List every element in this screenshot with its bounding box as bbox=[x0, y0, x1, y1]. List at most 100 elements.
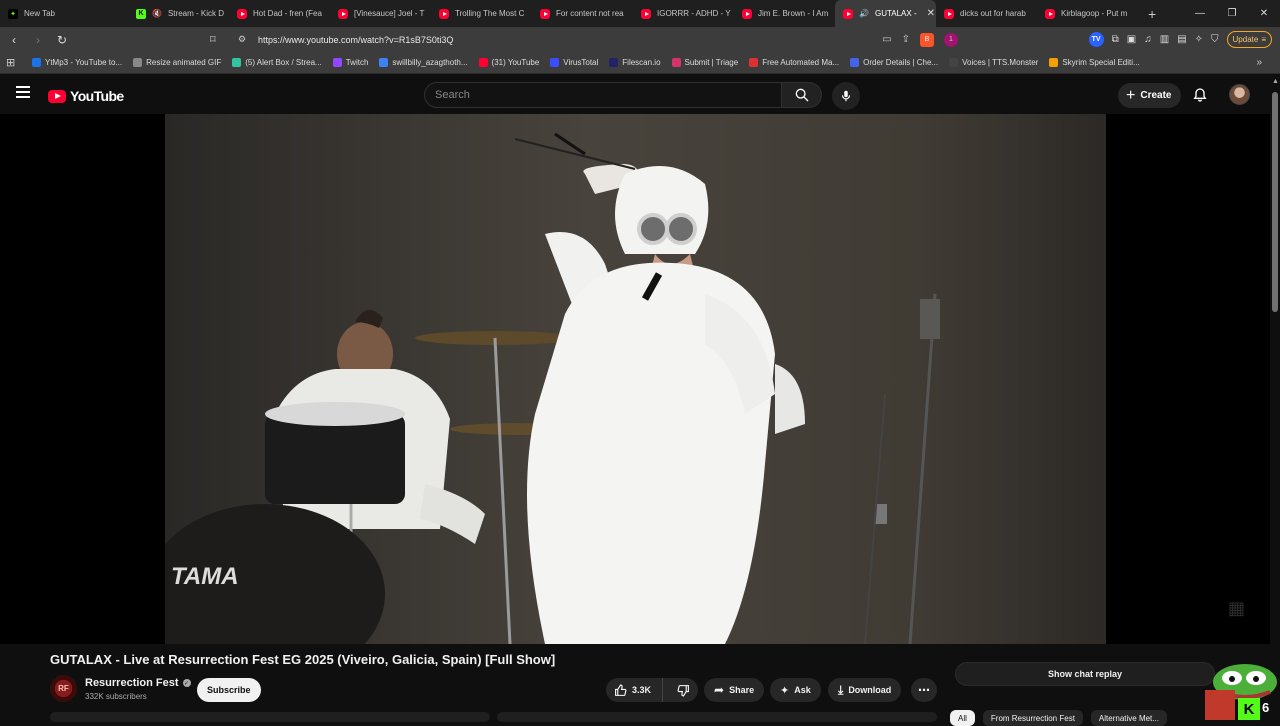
tab-label: Jim E. Brown - I Am bbox=[758, 9, 829, 18]
channel-avatar[interactable]: RF bbox=[50, 675, 77, 702]
voice-search-button[interactable] bbox=[832, 82, 860, 110]
url-text[interactable]: https://www.youtube.com/watch?v=R1sB7S0t… bbox=[258, 35, 882, 45]
tab-label: [Vinesauce] Joel - T bbox=[354, 9, 425, 18]
apps-grid-icon[interactable]: ⊞ bbox=[6, 56, 32, 69]
video-player[interactable]: TAMA bbox=[165, 114, 1106, 644]
back-icon[interactable]: ‹ bbox=[4, 33, 24, 47]
bookmark-item[interactable]: Skyrim Special Editi... bbox=[1049, 58, 1140, 67]
tab-new-tab[interactable]: ✦ New Tab bbox=[0, 0, 128, 27]
brave-rewards-icon[interactable]: 1 bbox=[944, 32, 958, 47]
chip-from-channel[interactable]: From Resurrection Fest bbox=[982, 710, 1083, 726]
tab-label: For content not rea bbox=[556, 9, 624, 18]
tab-vinesauce[interactable]: [Vinesauce] Joel - T bbox=[330, 0, 431, 27]
bookmark-item[interactable]: Voices | TTS.Monster bbox=[949, 58, 1038, 67]
site-info-icon[interactable]: ⚙ bbox=[232, 34, 252, 45]
bookmark-favicon-icon bbox=[133, 58, 143, 67]
tab-label: Stream - Kick D bbox=[167, 9, 224, 18]
subscribe-button[interactable]: Subscribe bbox=[197, 678, 261, 702]
bookmark-favicon-icon bbox=[332, 58, 342, 67]
minimize-icon[interactable]: — bbox=[1184, 8, 1216, 19]
bookmark-label: Voices | TTS.Monster bbox=[962, 58, 1039, 67]
bookmark-favicon-icon bbox=[32, 58, 41, 67]
tab-gutalax-active[interactable]: 🔊 GUTALAX - ✕ bbox=[835, 0, 936, 27]
bookmark-label: Order Details | Che... bbox=[863, 58, 939, 67]
search-box bbox=[424, 82, 782, 108]
subscriber-count: 332K subscribers bbox=[85, 692, 147, 701]
show-chat-replay-button[interactable]: Show chat replay bbox=[955, 662, 1215, 686]
sidebar-icon[interactable]: ▥ bbox=[1160, 34, 1169, 45]
muted-speaker-icon[interactable]: 🔇 bbox=[152, 9, 162, 18]
cast-icon[interactable]: ▭ bbox=[882, 34, 891, 45]
comments-box-edge bbox=[497, 712, 937, 722]
maximize-icon[interactable]: ❐ bbox=[1216, 8, 1248, 19]
channel-name-link[interactable]: Resurrection Fest ✓ bbox=[85, 677, 191, 689]
share-button[interactable]: ➦ Share bbox=[704, 678, 765, 702]
music-icon[interactable]: ♫ bbox=[1144, 34, 1152, 45]
hamburger-menu-icon[interactable] bbox=[16, 86, 30, 98]
tab-kick-stream[interactable]: K 🔇 Stream - Kick D bbox=[128, 0, 229, 27]
bookmark-favicon-icon bbox=[478, 58, 488, 67]
close-icon[interactable]: ✕ bbox=[927, 8, 935, 19]
screenshot-icon[interactable]: ▣ bbox=[1127, 34, 1136, 45]
search-input[interactable] bbox=[435, 89, 781, 101]
create-button[interactable]: + Create bbox=[1118, 83, 1182, 108]
tab-content-not[interactable]: For content not rea bbox=[532, 0, 633, 27]
channel-watermark-icon[interactable]: ▦ bbox=[1228, 598, 1254, 624]
tv-extension-icon[interactable]: TV bbox=[1088, 32, 1104, 47]
reload-icon[interactable]: ↻ bbox=[52, 33, 72, 47]
extensions-area: TV ⧉ ▣ ♫ ▥ ▤ ✧ ⛉ Update ≡ bbox=[1088, 31, 1272, 48]
bookmark-item[interactable]: swillbilly_azagthoth... bbox=[379, 58, 468, 67]
bookmark-label: (5) Alert Box / Strea... bbox=[245, 58, 322, 67]
bookmark-item[interactable]: YtMp3 - YouTube to... bbox=[32, 58, 122, 67]
bookmark-item[interactable]: Submit | Triage bbox=[671, 58, 738, 67]
chip-alternative-metal[interactable]: Alternative Met... bbox=[1090, 710, 1167, 726]
chip-all[interactable]: All bbox=[950, 710, 975, 726]
scrollbar-thumb[interactable] bbox=[1272, 92, 1278, 312]
notifications-bell-icon[interactable] bbox=[1192, 87, 1208, 108]
forward-icon[interactable]: › bbox=[28, 33, 48, 47]
share-page-icon[interactable]: ⇪ bbox=[902, 34, 910, 45]
bookmark-item[interactable]: Order Details | Che... bbox=[850, 58, 938, 67]
tab-trolling[interactable]: Trolling The Most C bbox=[431, 0, 532, 27]
speaker-icon[interactable]: 🔊 bbox=[859, 9, 869, 18]
bookmark-item[interactable]: VirusTotal bbox=[550, 58, 598, 67]
dislike-button[interactable] bbox=[668, 678, 698, 702]
update-button[interactable]: Update ≡ bbox=[1226, 31, 1272, 48]
page-scrollbar[interactable]: ▲ bbox=[1270, 74, 1280, 720]
leo-ai-icon[interactable]: ✧ bbox=[1195, 34, 1203, 45]
rewards-count: 1 bbox=[949, 36, 953, 43]
bookmark-icon[interactable]: ⌑ bbox=[210, 33, 232, 46]
tab-jim-brown[interactable]: Jim E. Brown - I Am bbox=[734, 0, 835, 27]
download-button[interactable]: ⤓ Download bbox=[828, 678, 902, 702]
youtube-logo[interactable]: YouTube bbox=[48, 88, 124, 104]
bookmark-label: Resize animated GIF bbox=[146, 58, 222, 67]
scroll-up-icon[interactable]: ▲ bbox=[1272, 78, 1279, 85]
account-avatar[interactable] bbox=[1229, 84, 1250, 105]
close-window-icon[interactable]: ✕ bbox=[1248, 8, 1280, 19]
tab-label: IGORRR - ADHD - Y bbox=[657, 9, 731, 18]
ask-button[interactable]: ✦ Ask bbox=[770, 678, 821, 702]
bookmark-item[interactable]: Filescan.io bbox=[609, 58, 661, 67]
bookmark-item[interactable]: Resize animated GIF bbox=[133, 58, 221, 67]
vpn-shield-icon[interactable]: ⛉ bbox=[1211, 34, 1219, 45]
puzzle-extensions-icon[interactable]: ⧉ bbox=[1112, 34, 1119, 45]
search-button[interactable] bbox=[782, 82, 822, 108]
wallet-icon[interactable]: ▤ bbox=[1177, 34, 1186, 45]
tab-harambe[interactable]: dicks out for harab bbox=[936, 0, 1037, 27]
like-count: 3.3K bbox=[632, 685, 652, 695]
bookmark-item[interactable]: Twitch bbox=[332, 58, 369, 67]
new-tab-button[interactable]: + bbox=[1138, 6, 1166, 22]
address-bar[interactable]: ⌑ ⚙ https://www.youtube.com/watch?v=R1sB… bbox=[210, 29, 958, 50]
brave-shields-icon[interactable]: B bbox=[920, 32, 934, 47]
more-actions-button[interactable]: ⋯ bbox=[911, 678, 937, 702]
tab-igorrr[interactable]: IGORRR - ADHD - Y bbox=[633, 0, 734, 27]
channel-name: Resurrection Fest bbox=[85, 677, 179, 689]
bookmark-item[interactable]: (5) Alert Box / Strea... bbox=[232, 58, 322, 67]
tab-hot-dad[interactable]: Hot Dad - fren (Fea bbox=[229, 0, 330, 27]
bookmark-item[interactable]: Free Automated Ma... bbox=[749, 58, 839, 67]
more-bookmarks-icon[interactable]: » bbox=[1256, 57, 1262, 68]
tab-kirblagoop[interactable]: Kirblagoop - Put m bbox=[1037, 0, 1138, 27]
bookmark-label: Twitch bbox=[345, 58, 369, 67]
bookmark-item[interactable]: (31) YouTube bbox=[478, 58, 539, 67]
like-button[interactable]: 3.3K bbox=[606, 678, 663, 702]
